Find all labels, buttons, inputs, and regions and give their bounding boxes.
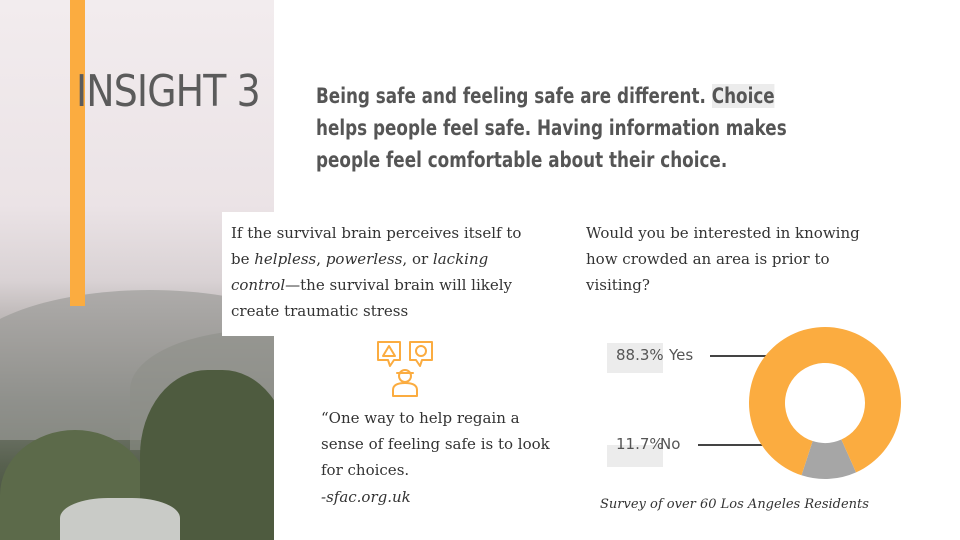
yes-percent-label: 88.3% [616, 346, 664, 364]
choice-quote: “One way to help regain a sense of feeli… [321, 409, 550, 479]
no-percent-label: 11.7% [616, 435, 664, 453]
photo-rock [60, 498, 180, 540]
survival-brain-quote: If the survival brain perceives itself t… [231, 220, 531, 324]
triangle-icon [382, 345, 396, 357]
headline-highlight: Choice [711, 84, 775, 108]
quote-emphasis: helpless [254, 250, 317, 268]
person-body-icon [392, 382, 418, 397]
yes-category-label: Yes [668, 346, 693, 364]
headline-text: helps people feel safe. Having informati… [316, 116, 787, 172]
quote-text: , or [402, 250, 433, 268]
person-head-icon [398, 369, 412, 383]
quote-emphasis: powerless [325, 250, 403, 268]
person-choices-icon [376, 340, 434, 398]
insight-title: INSIGHT 3 [76, 66, 261, 117]
survey-question: Would you be interested in knowing how c… [586, 224, 860, 294]
donut-chart: 88.3% Yes 11.7% No [607, 327, 902, 479]
accent-bar [70, 0, 85, 306]
survey-footnote: Survey of over 60 Los Angeles Residents [600, 497, 869, 512]
donut-slices [749, 327, 902, 479]
quote-source: -sfac.org.uk [321, 488, 411, 506]
circle-icon [415, 345, 427, 357]
insight-headline: Being safe and feeling safe are differen… [316, 80, 828, 176]
no-category-label: No [660, 435, 680, 453]
quote-text: , [316, 250, 326, 268]
headline-text: Being safe and feeling safe are differen… [316, 84, 712, 108]
